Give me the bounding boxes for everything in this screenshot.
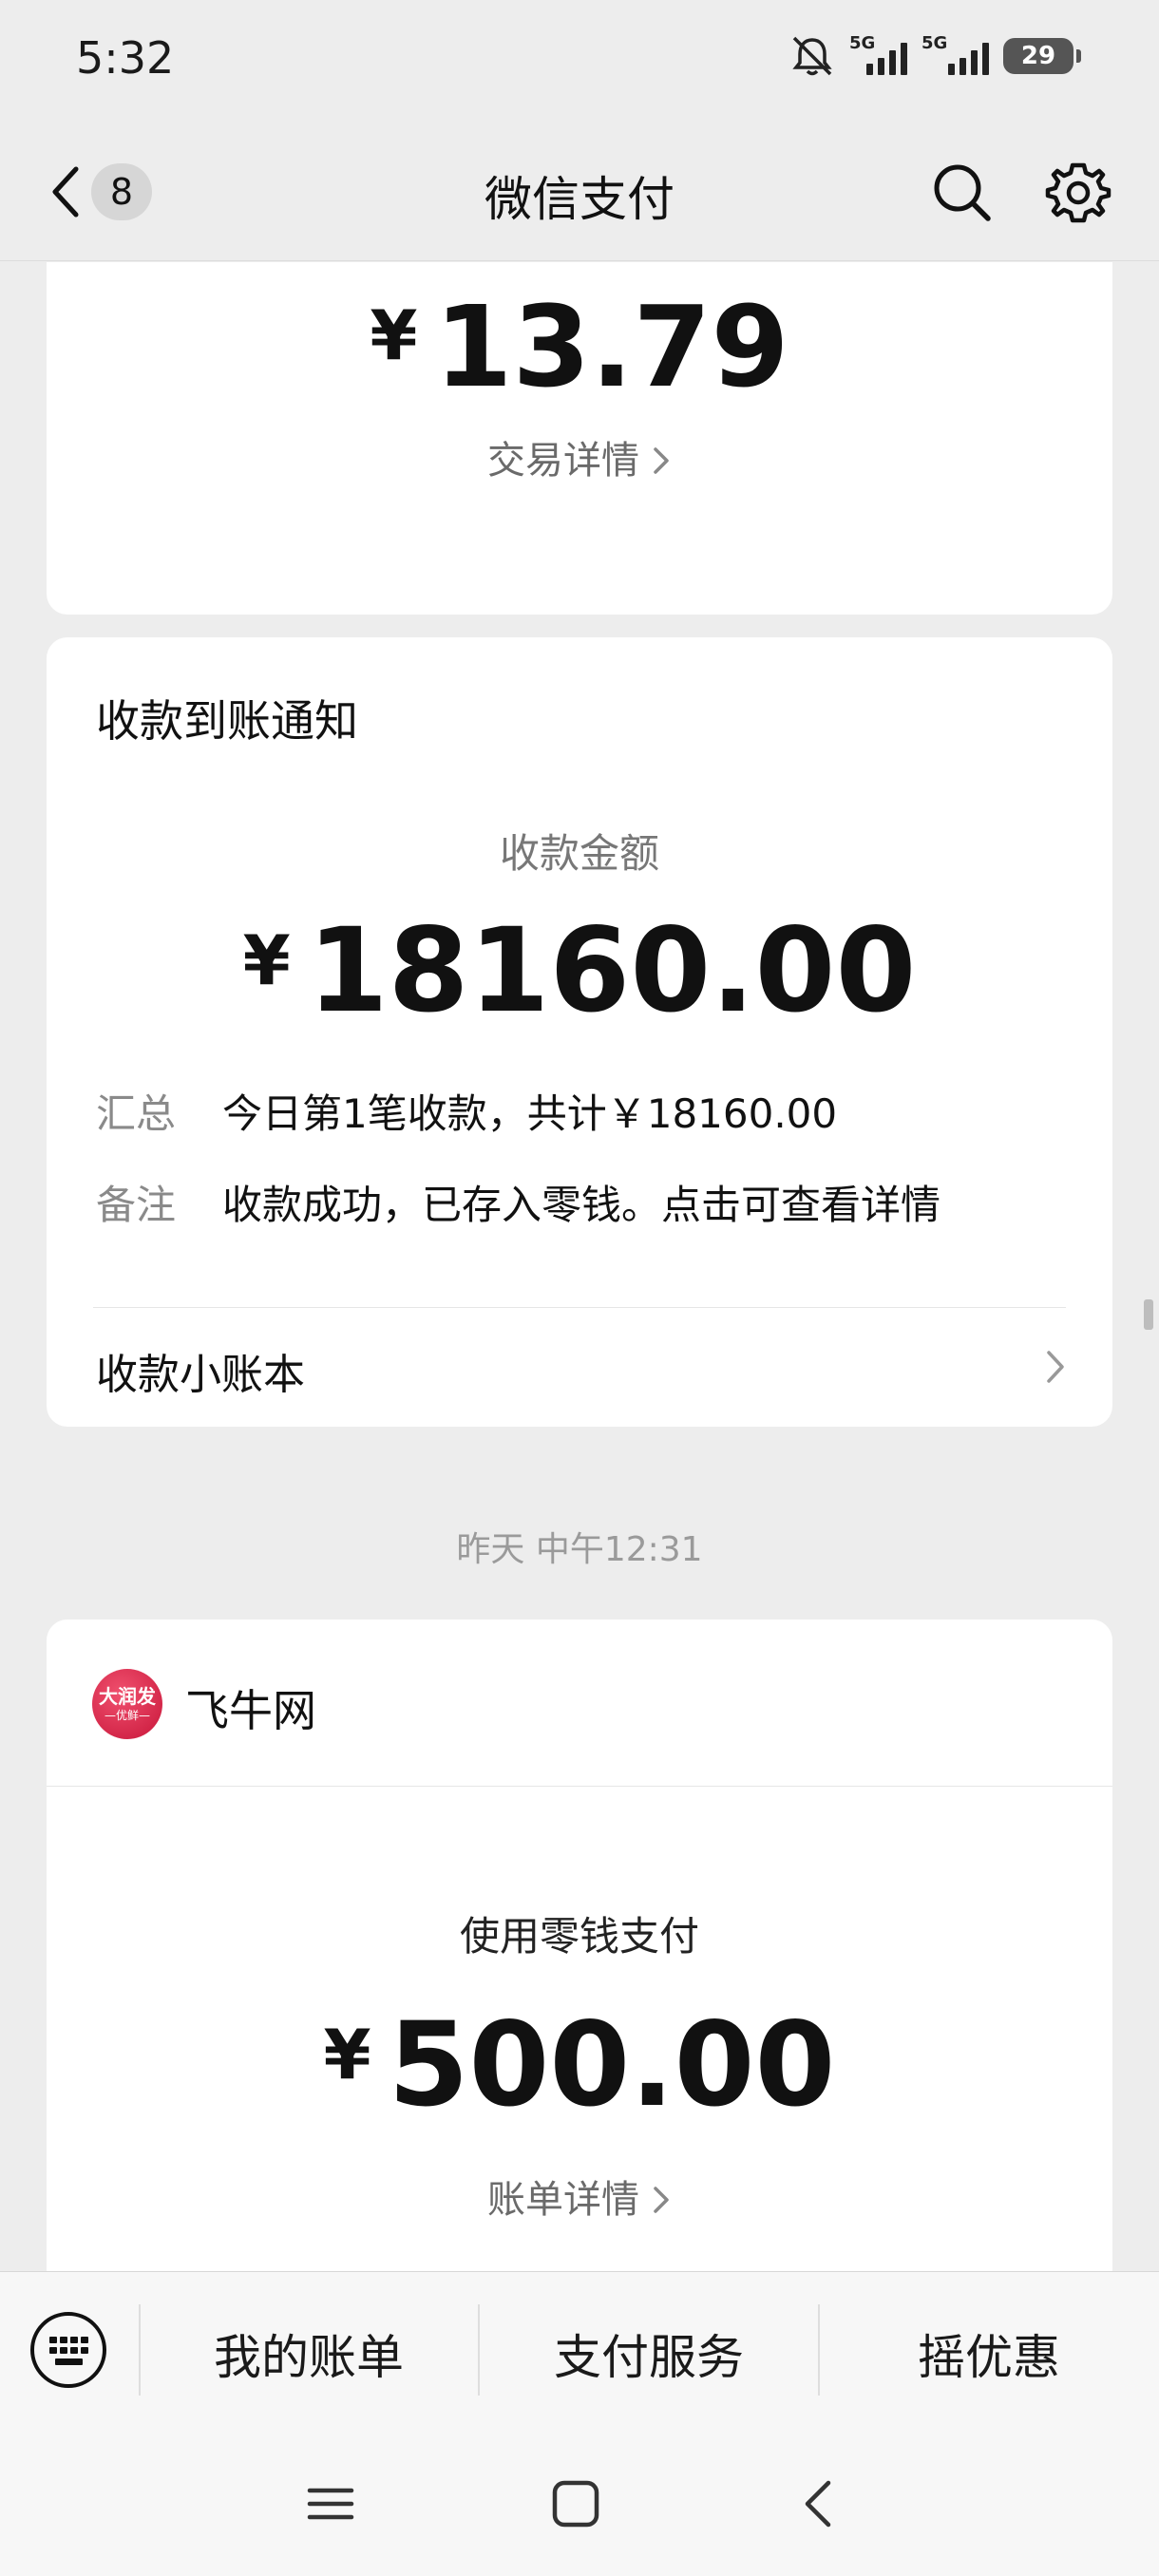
receipt-notification-card[interactable]: 收款到账通知 收款金额 ¥18160.00 汇总 今日第1笔收款，共计￥1816… bbox=[47, 637, 1112, 1427]
bottom-menu: 我的账单 支付服务 摇优惠 bbox=[0, 2271, 1159, 2428]
amount-label: 收款金额 bbox=[499, 830, 659, 877]
pay-method: 使用零钱支付 bbox=[459, 1913, 699, 1960]
menu-shake-deals[interactable]: 摇优惠 bbox=[820, 2320, 1158, 2388]
payment-card[interactable]: 大润发 —优鲜— 飞牛网 使用零钱支付 ¥500.00 账单详情 bbox=[47, 1619, 1112, 2271]
battery-icon: 29 bbox=[1003, 38, 1081, 74]
recent-apps-icon[interactable] bbox=[304, 2477, 357, 2530]
home-icon[interactable] bbox=[549, 2477, 602, 2530]
system-navigation bbox=[0, 2428, 1159, 2576]
message-list[interactable]: ¥13.79 交易详情 收款到账通知 收款金额 ¥18160.00 汇总 今日第… bbox=[0, 262, 1159, 2271]
gear-icon[interactable] bbox=[1045, 160, 1112, 226]
scroll-indicator[interactable] bbox=[1144, 1299, 1153, 1330]
ledger-row[interactable]: 收款小账本 bbox=[47, 1308, 1112, 1427]
transaction-amount: ¥13.79 bbox=[47, 281, 1112, 412]
chevron-right-icon bbox=[654, 2187, 669, 2213]
bill-details-link[interactable]: 账单详情 bbox=[47, 2169, 1112, 2224]
transaction-details-link[interactable]: 交易详情 bbox=[47, 429, 1112, 484]
signal-1-label: 5G bbox=[849, 33, 876, 53]
receipt-amount: ¥18160.00 bbox=[47, 903, 1112, 1038]
chevron-right-icon bbox=[1047, 1351, 1064, 1383]
menu-my-bills[interactable]: 我的账单 bbox=[140, 2320, 478, 2388]
message-timestamp: 昨天 中午12:31 bbox=[456, 1530, 703, 1569]
card-title: 收款到账通知 bbox=[96, 695, 358, 747]
mute-bell-icon bbox=[792, 36, 832, 76]
currency-symbol: ¥ bbox=[323, 2015, 371, 2094]
summary-value: 今日第1笔收款，共计￥18160.00 bbox=[222, 1090, 838, 1137]
system-back-icon[interactable] bbox=[792, 2477, 846, 2530]
nav-bar: 8 微信支付 bbox=[0, 123, 1159, 261]
summary-key: 汇总 bbox=[96, 1090, 177, 1137]
merchant-logo: 大润发 —优鲜— bbox=[92, 1669, 162, 1739]
chevron-right-icon bbox=[654, 447, 669, 474]
signal-2-icon: 5G bbox=[922, 33, 990, 75]
merchant-logo-line2: —优鲜— bbox=[104, 1709, 150, 1722]
search-icon[interactable] bbox=[931, 161, 994, 224]
transaction-card-top[interactable]: ¥13.79 交易详情 bbox=[47, 262, 1112, 615]
payment-amount: ¥500.00 bbox=[47, 1998, 1112, 2132]
note-value: 收款成功，已存入零钱。点击可查看详情 bbox=[222, 1182, 941, 1228]
ledger-label: 收款小账本 bbox=[96, 1351, 305, 1399]
merchant-logo-line1: 大润发 bbox=[99, 1685, 156, 1708]
keyboard-icon[interactable] bbox=[28, 2310, 108, 2390]
menu-payment-services[interactable]: 支付服务 bbox=[480, 2320, 818, 2388]
status-icons: 5G 5G 29 bbox=[788, 33, 1081, 78]
currency-symbol: ¥ bbox=[242, 920, 291, 1000]
bill-details-label: 账单详情 bbox=[487, 2178, 639, 2222]
currency-symbol: ¥ bbox=[370, 295, 418, 375]
status-bar: 5:32 5G 5G 29 bbox=[0, 0, 1159, 123]
signal-2-label: 5G bbox=[922, 33, 948, 53]
signal-1-icon: 5G bbox=[849, 33, 908, 75]
transaction-details-label: 交易详情 bbox=[487, 439, 639, 483]
status-time: 5:32 bbox=[76, 32, 175, 84]
divider bbox=[47, 1786, 1112, 1787]
amount-value: 500.00 bbox=[388, 1998, 836, 2132]
merchant-name: 飞牛网 bbox=[185, 1685, 316, 1736]
amount-value: 18160.00 bbox=[307, 903, 917, 1038]
note-key: 备注 bbox=[96, 1182, 177, 1228]
amount-value: 13.79 bbox=[434, 281, 789, 412]
